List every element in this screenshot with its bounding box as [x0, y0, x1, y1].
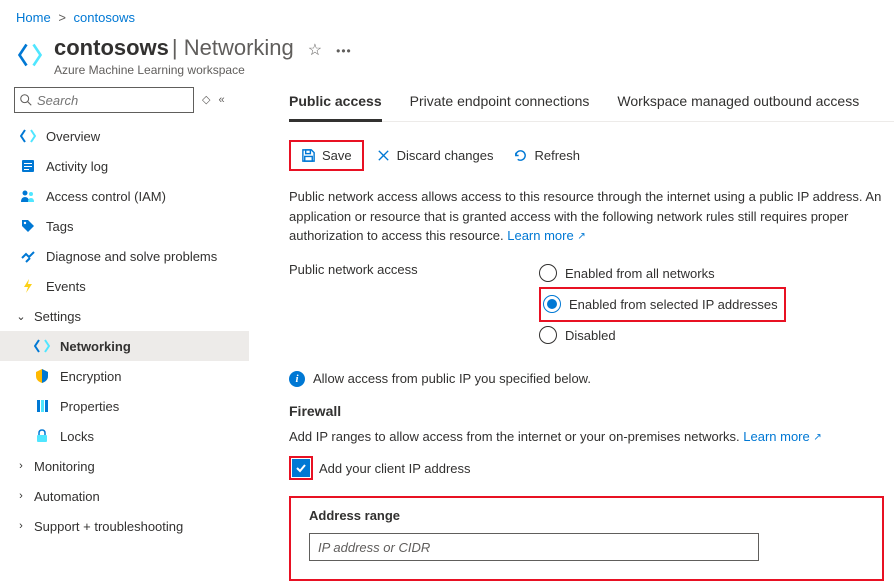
- search-icon: [19, 93, 33, 107]
- tags-icon: [20, 218, 36, 234]
- public-network-access-label: Public network access: [289, 260, 539, 349]
- description-text: Public network access allows access to t…: [289, 187, 894, 246]
- save-icon: [301, 148, 316, 163]
- tab-private-endpoint[interactable]: Private endpoint connections: [410, 87, 590, 121]
- encryption-icon: [34, 368, 50, 384]
- add-client-ip-label: Add your client IP address: [319, 461, 471, 476]
- radio-icon: [539, 326, 557, 344]
- firewall-heading: Firewall: [289, 403, 894, 419]
- refresh-button[interactable]: Refresh: [505, 144, 588, 167]
- info-message: i Allow access from public IP you specif…: [289, 371, 894, 387]
- networking-icon: [34, 338, 50, 354]
- page-subtitle: Azure Machine Learning workspace: [54, 63, 880, 77]
- events-icon: [20, 278, 36, 294]
- page-header: contosows | Networking ☆ ••• Azure Machi…: [0, 29, 896, 87]
- discard-button[interactable]: Discard changes: [368, 144, 502, 167]
- external-link-icon: ↗: [813, 432, 821, 443]
- nav-events[interactable]: Events: [14, 271, 249, 301]
- locks-icon: [34, 428, 50, 444]
- search-box[interactable]: [14, 87, 194, 113]
- radio-icon: [543, 295, 561, 313]
- command-bar: Save Discard changes Refresh: [289, 140, 894, 171]
- radio-all-networks[interactable]: Enabled from all networks: [539, 260, 786, 287]
- address-range-label: Address range: [309, 508, 864, 523]
- favorite-icon[interactable]: ☆: [308, 40, 322, 60]
- external-link-icon: ↗: [577, 231, 585, 242]
- nav-group-automation[interactable]: › Automation: [14, 481, 249, 511]
- search-input[interactable]: [37, 93, 193, 108]
- refresh-icon: [513, 148, 528, 163]
- breadcrumb-home[interactable]: Home: [16, 10, 51, 25]
- nav-activity-log[interactable]: Activity log: [14, 151, 249, 181]
- chevron-down-icon: ⌄: [14, 310, 28, 323]
- tab-outbound[interactable]: Workspace managed outbound access: [617, 87, 859, 121]
- public-network-access-radios: Enabled from all networks Enabled from s…: [539, 260, 786, 349]
- info-icon: i: [289, 371, 305, 387]
- chevron-right-icon: ›: [14, 490, 28, 502]
- nav-diagnose[interactable]: Diagnose and solve problems: [14, 241, 249, 271]
- more-menu-icon[interactable]: •••: [336, 45, 352, 57]
- properties-icon: [34, 398, 50, 414]
- tab-public-access[interactable]: Public access: [289, 87, 382, 122]
- sort-icon[interactable]: ◇: [202, 97, 210, 104]
- radio-disabled[interactable]: Disabled: [539, 322, 786, 349]
- main-content: Public access Private endpoint connectio…: [249, 87, 896, 581]
- save-button[interactable]: Save: [293, 144, 360, 167]
- nav-encryption[interactable]: Encryption: [14, 361, 249, 391]
- address-range-section: Address range: [289, 496, 884, 581]
- nav-overview[interactable]: Overview: [14, 121, 249, 151]
- activity-log-icon: [20, 158, 36, 174]
- breadcrumb-resource[interactable]: contosows: [74, 10, 135, 25]
- add-client-ip-checkbox[interactable]: [292, 459, 310, 477]
- breadcrumb-sep: >: [58, 10, 66, 25]
- sidebar: ◇ « Overview Activity log Access control…: [0, 87, 249, 581]
- check-icon: [295, 462, 307, 474]
- radio-selected-ips[interactable]: Enabled from selected IP addresses: [543, 291, 778, 318]
- learn-more-link[interactable]: Learn more ↗: [507, 228, 586, 243]
- learn-more-link-firewall[interactable]: Learn more ↗: [743, 429, 822, 444]
- tabs: Public access Private endpoint connectio…: [289, 87, 894, 122]
- chevron-right-icon: ›: [14, 460, 28, 472]
- breadcrumb: Home > contosows: [0, 0, 896, 29]
- nav-networking[interactable]: Networking: [0, 331, 249, 361]
- page-section: | Networking: [172, 35, 294, 61]
- iam-icon: [20, 188, 36, 204]
- page-title: contosows: [54, 35, 169, 61]
- workspace-icon: [16, 41, 44, 69]
- nav-iam[interactable]: Access control (IAM): [14, 181, 249, 211]
- nav-group-settings[interactable]: ⌄ Settings: [14, 301, 249, 331]
- firewall-desc: Add IP ranges to allow access from the i…: [289, 427, 894, 447]
- radio-icon: [539, 264, 557, 282]
- close-icon: [376, 148, 391, 163]
- address-range-input[interactable]: [309, 533, 759, 561]
- nav-locks[interactable]: Locks: [14, 421, 249, 451]
- overview-icon: [20, 128, 36, 144]
- diagnose-icon: [20, 248, 36, 264]
- nav-group-support[interactable]: › Support + troubleshooting: [14, 511, 249, 541]
- nav-properties[interactable]: Properties: [14, 391, 249, 421]
- collapse-sidebar-icon[interactable]: «: [218, 94, 224, 106]
- nav-group-monitoring[interactable]: › Monitoring: [14, 451, 249, 481]
- nav-tags[interactable]: Tags: [14, 211, 249, 241]
- chevron-right-icon: ›: [14, 520, 28, 532]
